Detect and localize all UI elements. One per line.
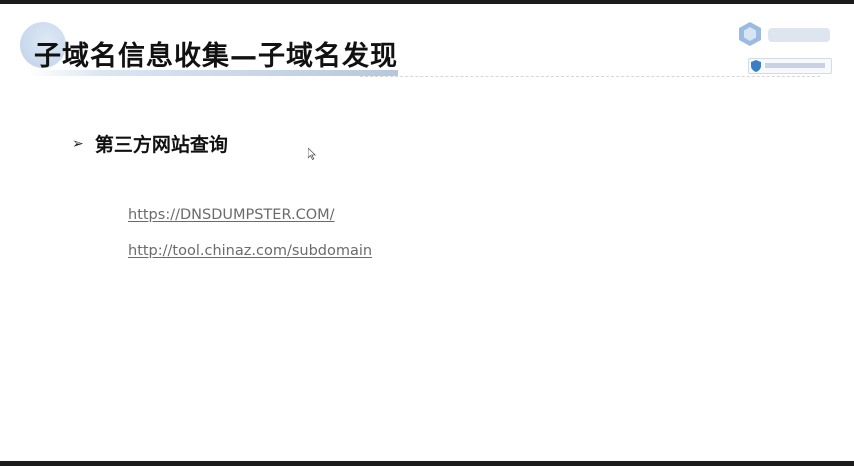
logo-badge [748,58,832,74]
arrow-bullet-icon: ➢ [72,135,84,152]
bottom-frame-bar [0,461,854,466]
shield-icon [751,60,761,72]
link-chinaz-subdomain[interactable]: http://tool.chinaz.com/subdomain [128,243,372,259]
slide-title: 子域名信息收集—子域名发现 [34,41,398,72]
link-dnsdumpster[interactable]: https://DNSDUMPSTER.COM/ [128,207,335,223]
company-logo-icon [739,22,761,46]
logo-badge-text [765,63,825,68]
logo-wordmark [768,28,830,42]
bullet-heading: 第三方网站查询 [94,134,228,156]
bullet-item: ➢ 第三方网站查询 [72,130,228,160]
mouse-cursor-icon [308,148,316,160]
presentation-slide: 子域名信息收集—子域名发现 ➢ 第三方网站查询 https://DNSDUMPS… [0,4,854,461]
title-block: 子域名信息收集—子域名发现 [20,16,400,76]
logo-area [730,16,834,74]
title-divider [360,76,820,77]
